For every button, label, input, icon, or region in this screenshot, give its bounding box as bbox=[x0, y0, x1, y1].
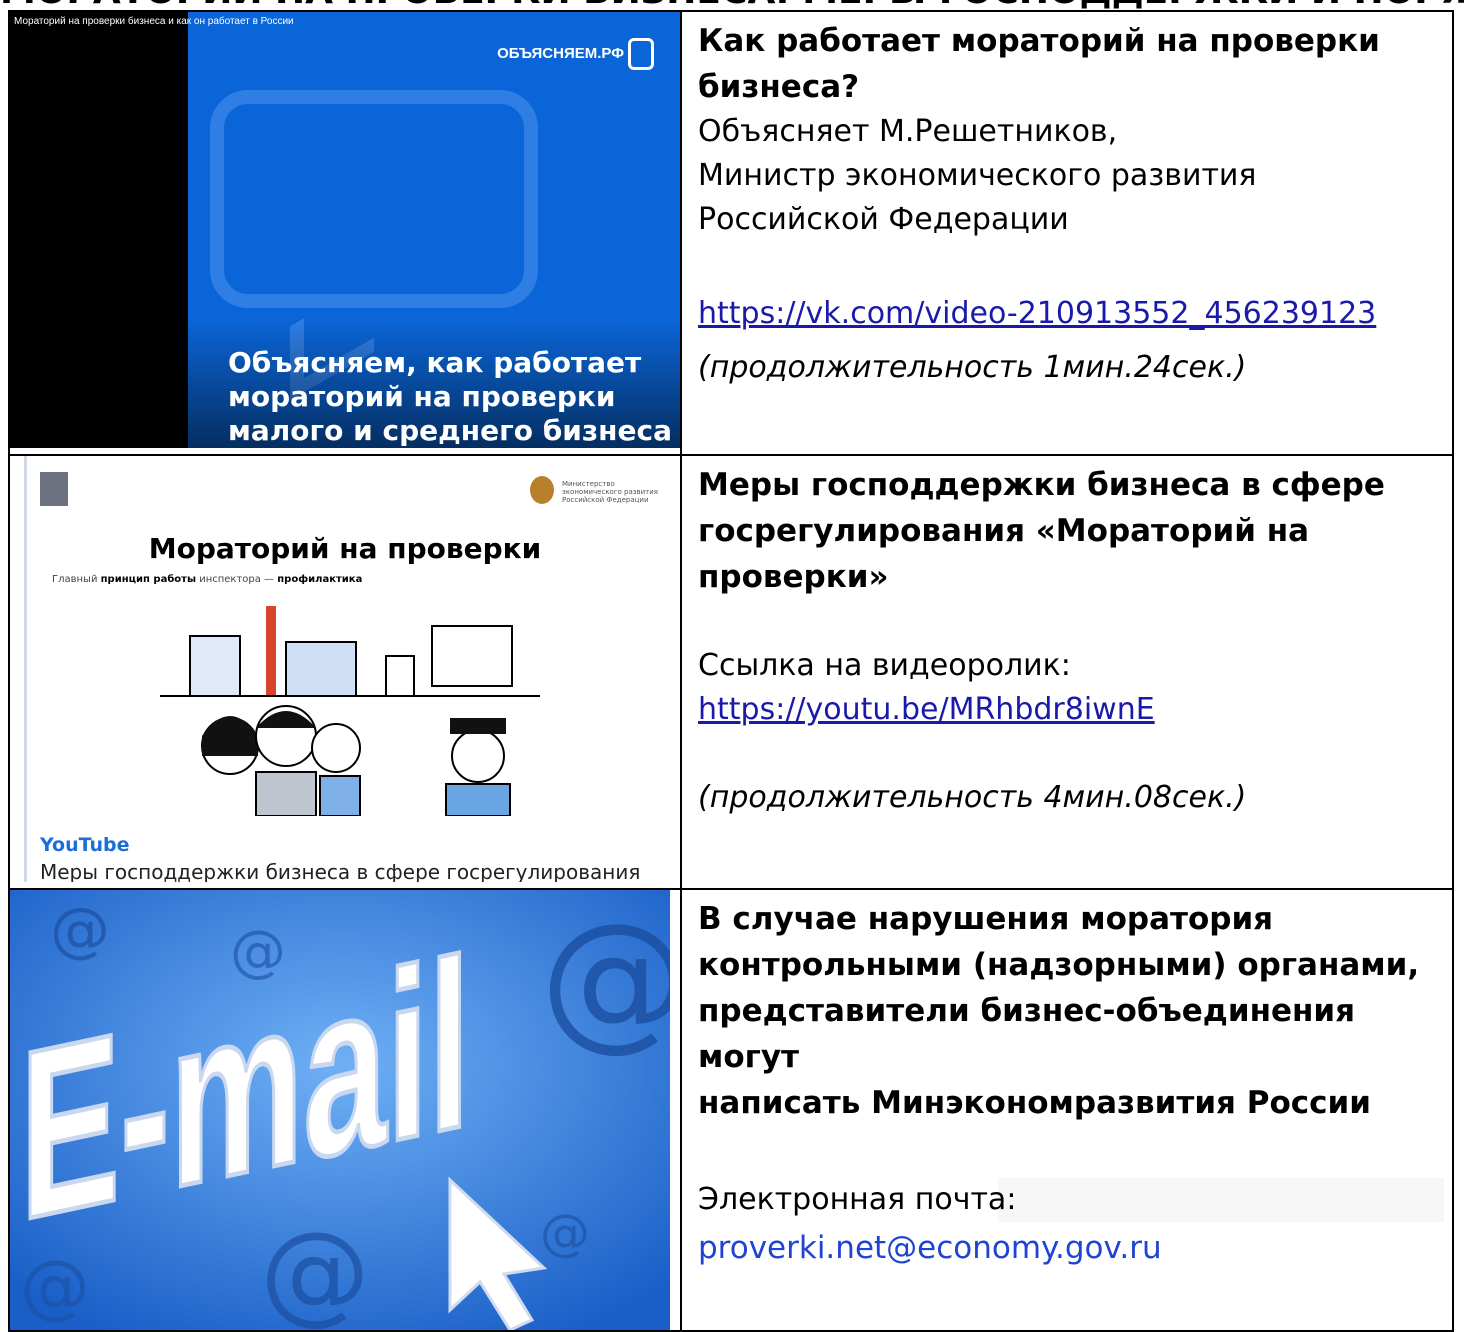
email-address-link[interactable]: proverki.net@economy.gov.ru bbox=[698, 1230, 1162, 1266]
government-emblem-icon bbox=[40, 472, 68, 506]
caption-line: мораторий на проверки bbox=[228, 380, 616, 413]
channel-logo: ОБЪЯСНЯЕМ.РФ bbox=[497, 38, 654, 70]
youtube-card-cell: Министерство экономического развития Рос… bbox=[8, 454, 682, 890]
section-title: Как работает мораторий на проверки бизне… bbox=[698, 18, 1444, 110]
card-subtitle: Главный принцип работы инспектора — проф… bbox=[52, 574, 363, 585]
email-label: Электронная почта: bbox=[698, 1178, 1444, 1222]
speech-bubble-icon bbox=[628, 38, 654, 70]
youtube-info-cell: Меры господдержки бизнеса в сфере госрег… bbox=[680, 454, 1454, 890]
svg-text:@: @ bbox=[540, 892, 670, 1066]
title-line: Меры господдержки бизнеса в сфере bbox=[698, 467, 1385, 503]
section-title: В случае нарушения моратория контрольным… bbox=[698, 896, 1444, 1126]
table-row: @ @ @ @ @ @ E-mail В случае нарушения мо… bbox=[8, 888, 1454, 1332]
duration-text: (продолжительность 4мин.08сек.) bbox=[698, 780, 1247, 815]
black-bar bbox=[10, 12, 188, 448]
svg-text:@: @ bbox=[260, 1208, 370, 1330]
duration-text: (продолжительность 1мин.24сек.) bbox=[698, 350, 1247, 385]
title-line: контрольными (надзорными) органами, bbox=[698, 947, 1420, 983]
table-row: Министерство экономического развития Рос… bbox=[8, 454, 1454, 890]
coat-of-arms-icon bbox=[530, 476, 554, 504]
video-info-cell: Как работает мораторий на проверки бизне… bbox=[680, 10, 1454, 456]
card-accent-bar bbox=[24, 456, 27, 882]
content-table: Мораторий на проверки бизнеса и как он р… bbox=[8, 10, 1454, 1332]
channel-logo-text: ОБЪЯСНЯЕМ.РФ bbox=[497, 44, 624, 62]
speech-bubble-graphic bbox=[210, 90, 538, 308]
video-thumbnail[interactable]: Мораторий на проверки бизнеса и как он р… bbox=[10, 12, 680, 448]
caption-line: малого и среднего бизнеса bbox=[228, 414, 672, 447]
link-label: Ссылка на видеоролик: bbox=[698, 648, 1071, 683]
video-title: Мораторий на проверки бизнеса и как он р… bbox=[14, 16, 294, 27]
table-row: Мораторий на проверки бизнеса и как он р… bbox=[8, 10, 1454, 456]
ministry-caption: Министерство экономического развития Рос… bbox=[562, 480, 658, 504]
section-title: Меры господдержки бизнеса в сфере госрег… bbox=[698, 462, 1444, 600]
vk-video-link[interactable]: https://vk.com/video-210913552_456239123 bbox=[698, 296, 1376, 331]
email-image-cell: @ @ @ @ @ @ E-mail bbox=[8, 888, 682, 1332]
youtube-video-link[interactable]: https://youtu.be/MRhbdr8iwnE bbox=[698, 692, 1155, 727]
text-line: Министр экономического развития bbox=[698, 158, 1257, 193]
youtube-preview-card[interactable]: Министерство экономического развития Рос… bbox=[10, 456, 680, 882]
youtube-label: YouTube bbox=[40, 834, 130, 856]
svg-text:@: @ bbox=[50, 895, 110, 965]
title-line: написать Минэкономразвития России bbox=[698, 1085, 1371, 1121]
caption-line: Объясняем, как работает bbox=[228, 346, 642, 379]
speaker-info: Объясняет М.Решетников, Министр экономич… bbox=[698, 110, 1444, 242]
video-thumbnail-cell: Мораторий на проверки бизнеса и как он р… bbox=[8, 10, 682, 456]
youtube-description: Меры господдержки бизнеса в сфере госрег… bbox=[40, 860, 641, 882]
card-title: Мораторий на проверки bbox=[148, 532, 542, 565]
video-caption: Объясняем, как работает мораторий на про… bbox=[228, 346, 672, 448]
illustration-people-buildings bbox=[160, 606, 540, 816]
title-line: бизнеса? bbox=[698, 69, 860, 105]
text-line: Объясняет М.Решетников, bbox=[698, 114, 1118, 149]
title-line: представители бизнес-объединения могут bbox=[698, 993, 1356, 1075]
text-line: Российской Федерации bbox=[698, 202, 1069, 237]
title-line: проверки» bbox=[698, 559, 889, 595]
svg-text:@: @ bbox=[540, 1204, 590, 1262]
email-illustration: @ @ @ @ @ @ E-mail bbox=[10, 890, 670, 1330]
email-info-cell: В случае нарушения моратория контрольным… bbox=[680, 888, 1454, 1332]
email-graphic: @ @ @ @ @ @ E-mail bbox=[10, 890, 670, 1330]
title-line: В случае нарушения моратория bbox=[698, 901, 1274, 937]
title-line: госрегулирования «Мораторий на bbox=[698, 513, 1310, 549]
title-line: Как работает мораторий на проверки bbox=[698, 23, 1380, 59]
